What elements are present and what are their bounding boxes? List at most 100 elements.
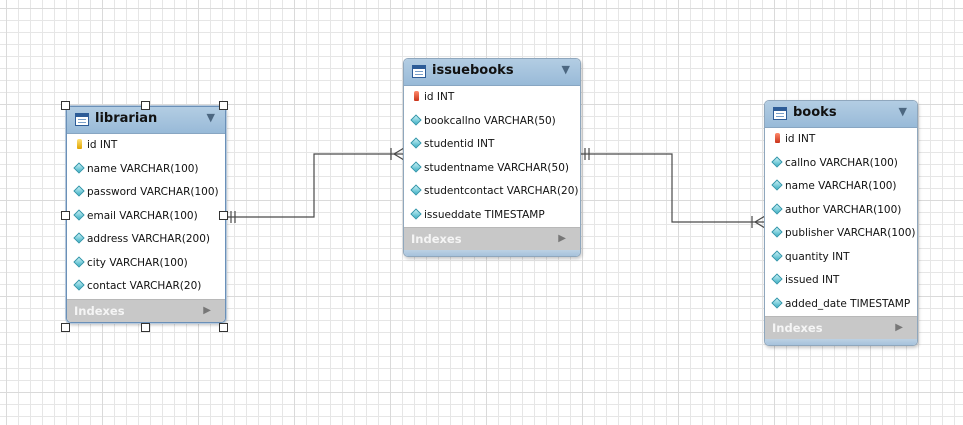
column-row[interactable]: publisher VARCHAR(100) [765,222,917,246]
column-label: id INT [785,133,816,145]
diamond-column-icon [73,228,85,252]
column-label: name VARCHAR(100) [785,180,897,192]
column-row[interactable]: id INT [67,134,225,158]
column-label: issued INT [785,274,840,286]
resize-handle-top-center[interactable] [141,101,150,110]
column-row[interactable]: studentname VARCHAR(50) [404,157,580,181]
diamond-column-icon [73,275,85,299]
table-title: librarian [95,111,158,126]
key-icon [411,86,421,110]
resize-handle-bottom-center[interactable] [141,323,150,332]
column-label: added_date TIMESTAMP [785,297,911,310]
resize-handle-top-left[interactable] [61,101,70,110]
diagram-canvas[interactable]: librarian ▼ id INT name VARCHAR(100) pas… [0,0,963,425]
table-librarian[interactable]: librarian ▼ id INT name VARCHAR(100) pas… [66,106,226,323]
column-label: password VARCHAR(100) [87,186,219,198]
column-label: author VARCHAR(100) [785,203,902,216]
table-footer [404,250,580,256]
table-title: issuebooks [432,63,514,78]
column-label: id INT [87,139,118,151]
table-footer [765,339,917,345]
column-row[interactable]: name VARCHAR(100) [67,158,225,182]
resize-handle-bottom-left[interactable] [61,323,70,332]
table-books[interactable]: books ▼ id INT callno VARCHAR(100) name … [764,100,918,346]
column-row[interactable]: bookcallno VARCHAR(50) [404,110,580,134]
column-row[interactable]: studentcontact VARCHAR(20) [404,180,580,204]
column-row[interactable]: added_date TIMESTAMP [765,293,917,317]
table-title: books [793,105,837,120]
column-label: studentcontact VARCHAR(20) [424,185,579,197]
resize-handle-bottom-right[interactable] [219,323,228,332]
connector-librarian-issuebooks [227,153,404,218]
resize-handle-middle-left[interactable] [61,211,70,220]
column-row[interactable]: name VARCHAR(100) [765,175,917,199]
table-header[interactable]: books ▼ [765,101,917,128]
column-label: callno VARCHAR(100) [785,156,898,169]
column-label: name VARCHAR(100) [87,162,199,175]
column-row[interactable]: quantity INT [765,246,917,270]
diamond-column-icon [73,205,85,229]
column-row[interactable]: city VARCHAR(100) [67,252,225,276]
diamond-column-icon [771,175,783,199]
diamond-column-icon [410,157,422,181]
column-row[interactable]: address VARCHAR(200) [67,228,225,252]
connector-issuebooks-books [580,153,765,223]
table-icon [412,65,426,78]
column-row[interactable]: callno VARCHAR(100) [765,152,917,176]
indexes-section[interactable]: Indexes ▶ [404,227,580,250]
column-row[interactable]: issueddate TIMESTAMP [404,204,580,228]
diamond-column-icon [771,152,783,176]
column-label: address VARCHAR(200) [87,233,210,245]
chevron-down-icon[interactable]: ▼ [207,111,215,124]
column-label: studentid INT [424,138,495,150]
table-icon [75,113,89,126]
column-row[interactable]: issued INT [765,269,917,293]
diamond-column-icon [771,222,783,246]
column-row[interactable]: email VARCHAR(100) [67,205,225,229]
column-row[interactable]: id INT [404,86,580,110]
column-label: email VARCHAR(100) [87,209,198,222]
diamond-column-icon [73,158,85,182]
indexes-section[interactable]: Indexes ▶ [765,316,917,339]
diamond-column-icon [771,199,783,223]
indexes-label: Indexes [772,321,823,335]
diamond-column-icon [410,204,422,228]
diamond-column-icon [771,293,783,317]
triangle-right-icon[interactable]: ▶ [558,228,566,250]
indexes-label: Indexes [74,303,125,318]
column-label: publisher VARCHAR(100) [785,227,916,239]
column-label: bookcallno VARCHAR(50) [424,114,556,127]
table-header[interactable]: issuebooks ▼ [404,59,580,86]
diamond-column-icon [410,180,422,204]
diamond-column-icon [73,252,85,276]
diamond-column-icon [771,246,783,270]
column-label: id INT [424,91,455,103]
column-label: contact VARCHAR(20) [87,280,202,292]
column-row[interactable]: id INT [765,128,917,152]
resize-handle-top-right[interactable] [219,101,228,110]
column-row[interactable]: studentid INT [404,133,580,157]
diamond-column-icon [410,133,422,157]
diamond-column-icon [73,181,85,205]
column-label: studentname VARCHAR(50) [424,161,569,174]
table-issuebooks[interactable]: issuebooks ▼ id INT bookcallno VARCHAR(5… [403,58,581,257]
indexes-section[interactable]: Indexes ▶ [67,298,225,322]
table-icon [773,107,787,120]
chevron-down-icon[interactable]: ▼ [562,63,570,76]
table-header[interactable]: librarian ▼ [67,107,225,134]
column-label: city VARCHAR(100) [87,256,188,269]
diamond-column-icon [771,269,783,293]
column-row[interactable]: author VARCHAR(100) [765,199,917,223]
triangle-right-icon[interactable]: ▶ [203,300,211,322]
resize-handle-middle-right[interactable] [219,211,228,220]
chevron-down-icon[interactable]: ▼ [899,105,907,118]
indexes-label: Indexes [411,232,462,246]
key-icon [772,128,782,152]
key-icon [74,134,84,158]
triangle-right-icon[interactable]: ▶ [895,317,903,339]
column-row[interactable]: contact VARCHAR(20) [67,275,225,299]
column-row[interactable]: password VARCHAR(100) [67,181,225,205]
diamond-column-icon [410,110,422,134]
column-label: quantity INT [785,250,850,263]
column-label: issueddate TIMESTAMP [424,208,545,221]
